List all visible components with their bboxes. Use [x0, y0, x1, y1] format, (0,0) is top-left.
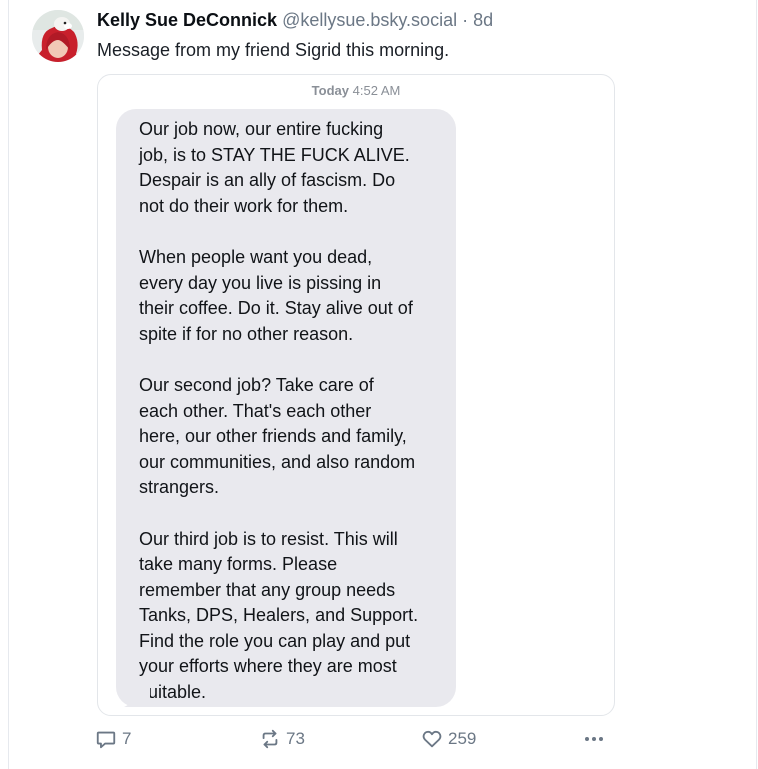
message-timestamp: Today 4:52 AM: [98, 83, 614, 98]
message-line: Our third job is to resist. This will: [139, 528, 398, 549]
message-line: job, is to STAY THE FUCK ALIVE.: [139, 144, 410, 165]
avatar[interactable]: [32, 10, 84, 62]
message-line: take many forms. Please: [139, 554, 338, 575]
message-line: each other. That's each other: [139, 400, 372, 421]
message-line: Our second job? Take care of: [139, 374, 374, 395]
embedded-image[interactable]: Today 4:52 AM Our job now, our entire fu…: [97, 74, 615, 716]
message-line: your efforts where they are most: [139, 656, 397, 677]
author-name[interactable]: Kelly Sue DeConnick: [97, 10, 277, 30]
timestamp-time: 4:52 AM: [352, 83, 401, 98]
message-line: suitable.: [139, 682, 207, 703]
message-line: remember that any group needs: [139, 579, 396, 600]
more-icon: [585, 737, 603, 741]
reply-count: 7: [122, 729, 132, 748]
timestamp-day: Today: [311, 83, 349, 98]
like-button[interactable]: 259: [421, 728, 476, 750]
message-line: their coffee. Do it. Stay alive out of: [139, 298, 413, 319]
message-line: strangers.: [139, 477, 220, 498]
like-count: 259: [448, 729, 477, 748]
post-text: Message from my friend Sigrid this morni…: [97, 40, 450, 60]
more-button[interactable]: [582, 728, 606, 750]
message-line: here, our other friends and family,: [139, 426, 407, 447]
message-bubble: Our job now, our entire fucking job, is t…: [116, 109, 456, 707]
avatar-image: [32, 10, 84, 62]
post-time[interactable]: 8d: [473, 10, 493, 30]
separator: ·: [462, 10, 469, 30]
post-header: Kelly Sue DeConnick @kellysue.bsky.socia…: [97, 9, 493, 31]
message-line: Despair is an ally of fascism. Do: [139, 170, 396, 191]
message-line: not do their work for them.: [139, 195, 349, 216]
bubble-tail: [124, 685, 150, 707]
message-text: Our job now, our entire fucking job, is t…: [139, 117, 442, 706]
heart-icon: [422, 730, 442, 748]
message-line: Find the role you can play and put: [139, 630, 411, 651]
repost-button[interactable]: 73: [259, 728, 305, 750]
message-line: spite if for no other reason.: [139, 323, 354, 344]
reply-icon: [96, 731, 116, 749]
repost-count: 73: [286, 729, 305, 748]
post-card[interactable]: Kelly Sue DeConnick @kellysue.bsky.socia…: [8, 0, 757, 769]
message-line: When people want you dead,: [139, 246, 373, 267]
message-line: our communities, and also random: [139, 451, 416, 472]
reply-button[interactable]: 7: [95, 728, 131, 750]
message-line: Tanks, DPS, Healers, and Support.: [139, 605, 419, 626]
repost-icon: [262, 729, 278, 749]
author-handle[interactable]: @kellysue.bsky.social: [282, 10, 457, 30]
action-bar: 7 73 259: [9, 728, 756, 754]
message-line: Our job now, our entire fucking: [139, 119, 384, 139]
message-line: every day you live is pissing in: [139, 272, 382, 293]
